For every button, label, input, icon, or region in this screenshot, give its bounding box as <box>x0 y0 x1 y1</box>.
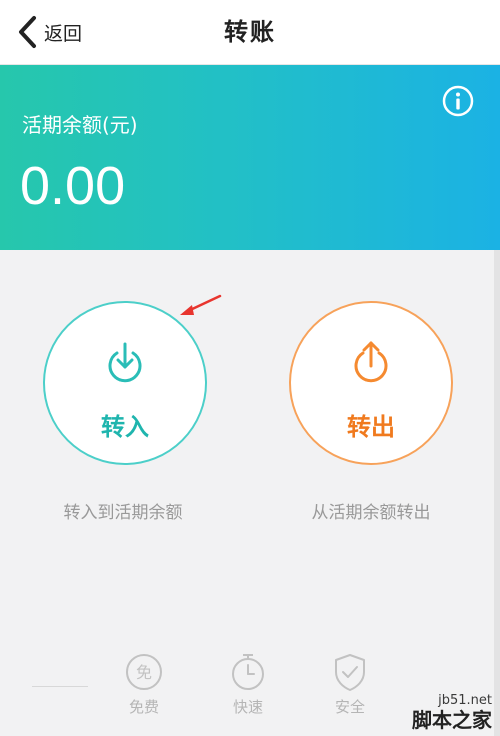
free-icon: 免 <box>126 654 162 690</box>
transfer-in-button[interactable]: 转入 <box>43 301 207 465</box>
annotation-arrow <box>180 294 222 315</box>
feature-safe-label: 安全 <box>334 698 365 716</box>
feature-free-label: 免费 <box>128 698 159 716</box>
info-icon[interactable] <box>442 85 474 117</box>
watermark: jb51.net 脚本之家 <box>382 693 492 733</box>
balance-label: 活期余额(元) <box>22 113 138 137</box>
feature-fast-label: 快速 <box>232 698 263 716</box>
download-circle-icon <box>108 342 142 383</box>
top-nav-bar: 返回 转账 <box>0 0 500 65</box>
transfer-in-label: 转入 <box>101 413 149 441</box>
page-title: 转账 <box>224 18 276 46</box>
balance-banner: 活期余额(元) 0.00 <box>0 65 500 250</box>
feature-fast: 快速 <box>218 652 278 717</box>
shield-check-icon <box>335 654 365 691</box>
stopwatch-icon <box>232 654 264 690</box>
transfer-out-button[interactable]: 转出 <box>289 301 453 465</box>
transfer-out-description: 从活期余额转出 <box>311 503 431 523</box>
feature-free: 免 免费 <box>114 652 174 717</box>
upload-circle-icon <box>354 341 388 383</box>
balance-value: 0.00 <box>20 156 126 216</box>
svg-text:免: 免 <box>136 663 152 682</box>
feature-safe: 安全 <box>320 652 380 717</box>
divider <box>32 686 88 687</box>
transfer-in-description: 转入到活期余额 <box>63 503 183 523</box>
transfer-out-label: 转出 <box>347 413 395 441</box>
watermark-site: jb51.net <box>438 693 492 708</box>
scroll-edge <box>494 250 500 736</box>
watermark-text: 脚本之家 <box>412 708 492 732</box>
